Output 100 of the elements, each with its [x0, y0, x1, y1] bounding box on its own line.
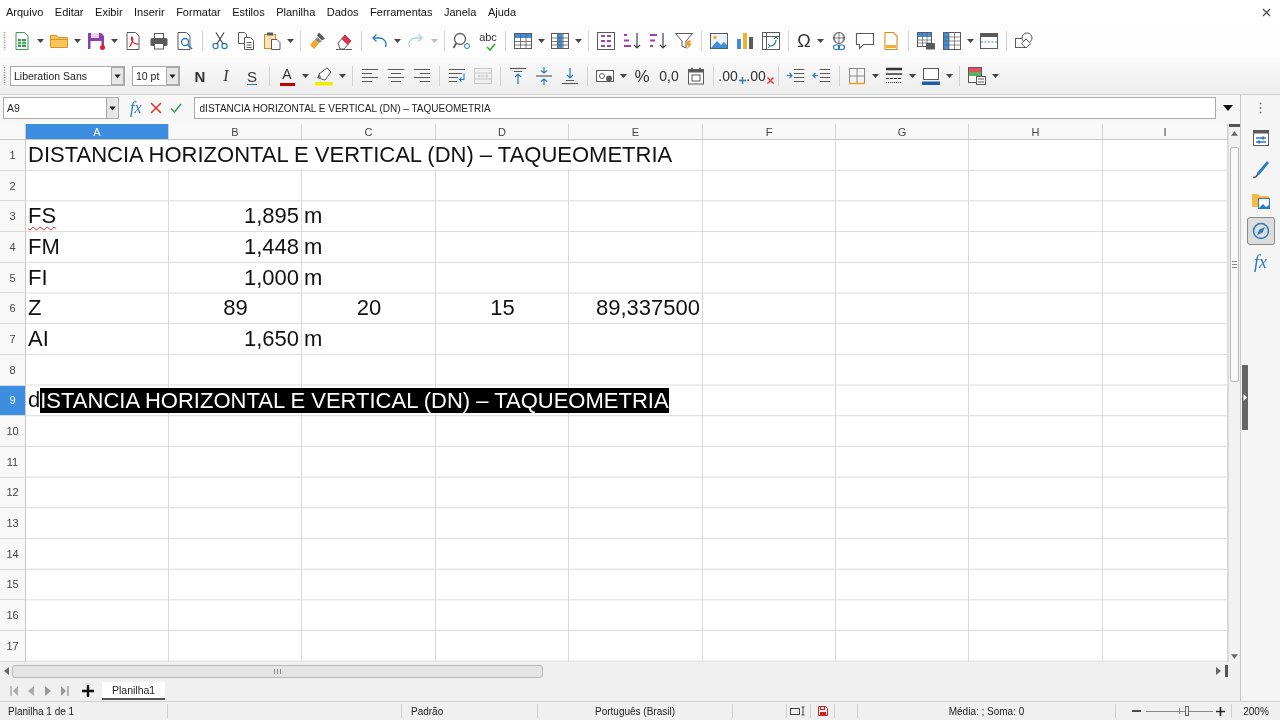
row-header[interactable]: 11 [0, 446, 26, 478]
zoom-percentage-text[interactable]: 200% [1243, 705, 1269, 717]
font-name-field[interactable]: Liberation Sans [10, 66, 125, 86]
menu-item[interactable]: Ferramentas [370, 6, 433, 18]
row-header[interactable]: 14 [0, 538, 26, 570]
scroll-left-icon[interactable] [4, 667, 9, 676]
caret-icon[interactable] [287, 39, 294, 43]
menu-item[interactable]: Dados [326, 6, 359, 18]
more-options-icon[interactable] [1259, 102, 1262, 114]
dropdown-icon[interactable] [166, 67, 179, 85]
spelling-button[interactable]: abc [475, 29, 501, 53]
search-icon[interactable] [452, 31, 472, 51]
dropdown-icon[interactable] [111, 67, 124, 85]
copy-icon[interactable] [236, 31, 256, 51]
align-top-icon[interactable] [508, 66, 528, 86]
sort-icon[interactable] [596, 31, 616, 51]
document-header-icon[interactable] [881, 31, 901, 51]
bar-chart-icon[interactable] [735, 31, 755, 51]
delete-decimal-button[interactable]: .00 [746, 64, 774, 88]
scrollbar-thumb[interactable] [1230, 147, 1239, 382]
caret-icon[interactable] [992, 74, 999, 78]
row-header[interactable]: 15 [0, 569, 26, 601]
special-character-button[interactable]: Ω [793, 29, 815, 53]
formula-input-field[interactable]: dISTANCIA HORIZONTAL E VERTICAL (DN) – TAQUEOMETRIA [193, 97, 1216, 119]
shapes-icon[interactable] [1014, 31, 1034, 51]
column-header[interactable]: C [302, 124, 436, 140]
caret-icon[interactable] [872, 74, 879, 78]
selection-mode-icon[interactable] [789, 706, 808, 716]
scroll-up-icon[interactable] [1231, 131, 1238, 136]
menu-item[interactable]: Janela [443, 6, 477, 18]
caret-icon[interactable] [111, 39, 118, 43]
caret-icon[interactable] [620, 74, 627, 78]
menu-item[interactable]: Editar [54, 6, 84, 18]
drag-handle-icon[interactable] [3, 31, 6, 51]
sort-descending-icon[interactable] [648, 31, 668, 51]
caret-icon[interactable] [538, 39, 545, 43]
column-header[interactable]: I [1103, 124, 1228, 140]
column-header[interactable]: G [836, 124, 969, 140]
row-header[interactable]: 2 [0, 170, 26, 202]
row-header[interactable]: 6 [0, 293, 26, 325]
percent-button[interactable]: % [629, 64, 655, 88]
menu-item[interactable]: Arquivo [6, 6, 44, 18]
sort-ascending-icon[interactable] [622, 31, 642, 51]
scroll-down-icon[interactable] [1231, 653, 1238, 659]
menu-item[interactable]: Exibir [95, 6, 123, 18]
caret-icon[interactable] [817, 39, 824, 43]
menu-item[interactable]: Estilos [232, 6, 265, 18]
row-header[interactable]: 3 [0, 201, 26, 233]
bold-button[interactable]: N [187, 64, 213, 88]
language-text[interactable]: Português (Brasil) [595, 705, 675, 717]
split-handle[interactable] [1229, 124, 1240, 127]
sheet-tab[interactable]: Planilha1 [102, 681, 166, 700]
column-header[interactable]: D [436, 124, 569, 140]
unsaved-changes-icon[interactable] [817, 706, 828, 716]
split-handle[interactable] [1225, 665, 1228, 678]
scroll-right-icon[interactable] [1216, 667, 1221, 676]
drag-handle-icon[interactable] [3, 66, 6, 86]
image-icon[interactable] [709, 31, 729, 51]
table-row-icon[interactable] [513, 31, 533, 51]
split-window-icon[interactable] [979, 31, 999, 51]
filter-icon[interactable] [674, 31, 694, 51]
caret-icon[interactable] [967, 39, 974, 43]
pivot-table-icon[interactable] [761, 31, 781, 51]
caret-icon[interactable] [946, 74, 953, 78]
table-column-icon[interactable] [550, 31, 570, 51]
row-header[interactable]: 1 [0, 140, 26, 171]
highlighter-icon[interactable] [314, 66, 334, 86]
column-header[interactable]: F [703, 124, 836, 140]
font-color-button[interactable]: A [274, 64, 300, 88]
compass-icon[interactable] [1246, 217, 1275, 245]
column-header[interactable]: B [169, 124, 302, 140]
print-area-icon[interactable] [916, 31, 936, 51]
menu-item[interactable]: Planilha [276, 6, 316, 18]
paste-icon[interactable] [262, 31, 282, 51]
menu-item[interactable]: Inserir [134, 6, 165, 18]
add-icon[interactable] [82, 684, 94, 697]
menu-item[interactable]: Ajuda [487, 6, 516, 18]
menu-item[interactable]: Formatar [176, 6, 221, 18]
italic-button[interactable]: I [213, 64, 239, 88]
borders-icon[interactable] [847, 66, 867, 86]
check-icon[interactable] [169, 102, 182, 114]
add-decimal-button[interactable]: .00 [718, 64, 746, 88]
row-header[interactable]: 13 [0, 508, 26, 539]
border-color-icon[interactable] [921, 66, 941, 86]
pdf-document-icon[interactable] [123, 31, 143, 51]
vertical-scrollbar[interactable] [1228, 124, 1240, 662]
row-header[interactable]: 5 [0, 262, 26, 294]
column-header[interactable]: H [969, 124, 1103, 140]
printer-icon[interactable] [149, 31, 169, 51]
align-bottom-icon[interactable] [560, 66, 580, 86]
row-header[interactable]: 17 [0, 631, 26, 662]
sidebar-toggle-handle[interactable] [1242, 365, 1248, 430]
function-wizard-button[interactable]: fx [130, 97, 142, 119]
zoom-in-icon[interactable] [1216, 706, 1225, 716]
scissors-icon[interactable] [210, 31, 230, 51]
caret-icon[interactable] [909, 74, 916, 78]
underline-button[interactable]: S [239, 64, 265, 88]
caret-icon[interactable] [339, 74, 346, 78]
scrollbar-thumb[interactable] [12, 664, 543, 678]
row-header[interactable]: 4 [0, 232, 26, 263]
